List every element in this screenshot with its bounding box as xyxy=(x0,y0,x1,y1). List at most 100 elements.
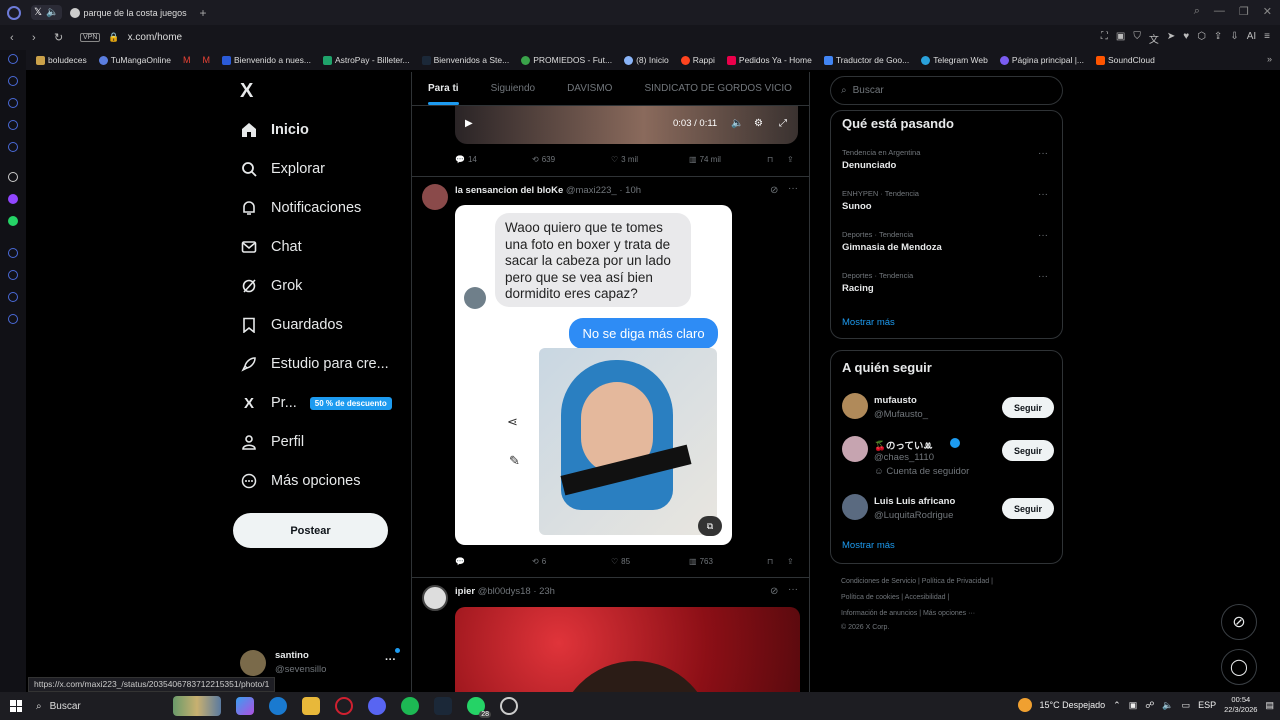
nav-item-grok[interactable]: Grok xyxy=(240,277,302,295)
whatsapp-icon[interactable] xyxy=(8,216,18,226)
more-icon[interactable]: ··· xyxy=(788,183,798,194)
settings-icon[interactable]: ⚙ xyxy=(754,118,763,129)
grok-fab-button[interactable]: ⊘ xyxy=(1221,604,1257,640)
menu-icon[interactable]: ≡ xyxy=(1264,31,1270,46)
extensions-icon[interactable]: ⬡ xyxy=(1197,31,1206,46)
account-switcher[interactable]: santino @sevensillo ··· xyxy=(240,648,410,680)
bookmark-item[interactable]: M xyxy=(183,55,191,65)
share-icon[interactable]: ⇪ xyxy=(787,557,794,566)
tab-siguiendo[interactable]: Siguiendo xyxy=(491,83,535,94)
post-button[interactable]: Postear xyxy=(233,513,388,548)
screenshot-icon[interactable]: ⛶ xyxy=(1101,31,1108,46)
add-icon[interactable] xyxy=(8,248,18,258)
minimize-icon[interactable]: — xyxy=(1214,5,1225,18)
bookmark-item[interactable]: SoundCloud xyxy=(1096,55,1155,65)
tab-sindicato[interactable]: SINDICATO DE GORDOS VICIO xyxy=(644,83,791,94)
bookmark-item[interactable]: Página principal |... xyxy=(999,55,1084,65)
lock-icon[interactable]: 🔒 xyxy=(108,32,119,43)
bookmark-item[interactable]: TuMangaOnline xyxy=(98,55,171,65)
file-explorer-icon[interactable] xyxy=(302,697,320,715)
video-player[interactable]: ▶ 0:03 / 0:11 🔈 ⚙ ⤢ xyxy=(455,106,798,144)
steam-icon[interactable] xyxy=(434,697,452,715)
clock[interactable]: 00:54 22/3/2026 xyxy=(1224,695,1257,715)
search-input[interactable]: ⌕ Buscar xyxy=(830,76,1063,105)
bookmark-item[interactable]: AstroPay - Billeter... xyxy=(322,55,410,65)
taskbar-search[interactable]: ⌕ Buscar xyxy=(36,695,221,717)
post-author[interactable]: la sensancion del bloKe @maxi223_ · 10h xyxy=(455,185,641,196)
maximize-icon[interactable]: ❐ xyxy=(1239,5,1249,18)
heart-icon[interactable]: ♥ xyxy=(1183,31,1189,46)
nav-item-estudio[interactable]: Estudio para cre... xyxy=(240,355,389,373)
vpn-badge[interactable]: VPN xyxy=(80,33,101,42)
settings-icon[interactable] xyxy=(8,314,18,324)
whatsapp-icon[interactable]: 28 xyxy=(467,697,491,718)
post-image[interactable]: Waoo quiero que te tomes una foto en box… xyxy=(455,205,732,545)
language[interactable]: ESP xyxy=(1198,700,1216,710)
footer-links[interactable]: Información de anuncios | Más opciones ·… xyxy=(841,610,975,617)
repost-button[interactable]: ⟲ 639 xyxy=(532,155,555,164)
close-icon[interactable]: ✕ xyxy=(1263,5,1272,18)
footer-links[interactable]: Política de cookies | Accesibilidad | xyxy=(841,594,949,601)
download-icon[interactable]: ⇩ xyxy=(1230,31,1238,46)
more-icon[interactable]: ··· xyxy=(788,584,798,595)
repost-button[interactable]: ⟲ 6 xyxy=(532,557,546,566)
discord-icon[interactable] xyxy=(368,697,386,715)
translate-icon[interactable]: 文 xyxy=(1149,31,1159,46)
follow-button[interactable]: Seguir xyxy=(1002,397,1054,418)
grok-icon[interactable]: ⊘ xyxy=(770,586,778,597)
nav-item-premium[interactable]: X Pr... 50 % de descuento xyxy=(240,394,392,412)
more-icon[interactable]: ··· xyxy=(1038,148,1048,159)
x-logo-icon[interactable]: X xyxy=(240,80,253,103)
history-icon[interactable] xyxy=(8,270,18,280)
follow-suggestion[interactable]: Luis Luis africano @LuquitaRodrigue Segu… xyxy=(842,494,1054,534)
copilot-icon[interactable] xyxy=(236,697,254,715)
grok-icon[interactable]: ⊘ xyxy=(770,185,778,196)
bookmark-item[interactable]: Bienvenidos a Ste... xyxy=(421,55,509,65)
bookmarks-overflow-icon[interactable]: » xyxy=(1267,54,1272,64)
bookmark-icon[interactable]: ⊓ xyxy=(767,155,773,164)
tab-search-icon[interactable]: ▣ xyxy=(1116,31,1125,46)
reply-button[interactable]: 💬 xyxy=(455,557,468,566)
weather-icon[interactable] xyxy=(1017,698,1032,712)
bookmark-icon[interactable]: ⊓ xyxy=(767,557,773,566)
chevron-up-icon[interactable]: ⌃ xyxy=(1113,700,1121,711)
notification-icon[interactable]: ▤ xyxy=(1265,700,1274,711)
spotify-icon[interactable] xyxy=(401,697,419,715)
post-author[interactable]: ipier @bl00dys18 · 23h xyxy=(455,586,555,597)
fullscreen-icon[interactable]: ⤢ xyxy=(779,118,787,129)
bookmark-item[interactable]: Bienvenido a nues... xyxy=(221,55,311,65)
nav-item-notificaciones[interactable]: Notificaciones xyxy=(240,199,361,217)
image-options-icon[interactable]: ⧉ xyxy=(698,516,722,536)
avatar[interactable] xyxy=(422,184,448,210)
play-icon[interactable]: ▶ xyxy=(465,118,473,129)
nav-item-mas-opciones[interactable]: Más opciones xyxy=(240,472,360,490)
bookmark-item[interactable]: (8) Inicio xyxy=(624,55,669,65)
follow-suggestion[interactable]: 🍒のっていꔛ @chaes_1110 ☺ Cuenta de seguidor … xyxy=(842,436,1054,482)
bookmark-item[interactable]: PROMIEDOS - Fut... xyxy=(521,55,612,65)
forward-icon[interactable]: › xyxy=(32,32,44,44)
footer-links[interactable]: Condiciones de Servicio | Política de Pr… xyxy=(841,578,993,585)
send-icon[interactable]: ➤ xyxy=(1167,31,1175,46)
url-field[interactable]: x.com/home xyxy=(128,32,182,43)
follow-button[interactable]: Seguir xyxy=(1002,498,1054,519)
share-icon[interactable]: ⇪ xyxy=(1214,31,1222,46)
nav-item-perfil[interactable]: Perfil xyxy=(240,433,304,451)
nav-item-chat[interactable]: Chat xyxy=(240,238,302,256)
bookmark-item[interactable]: Traductor de Goo... xyxy=(823,55,909,65)
trend-item[interactable]: ENHYPEN · Tendencia Sunoo ··· xyxy=(842,189,1054,212)
more-icon[interactable]: ··· xyxy=(1038,230,1048,241)
battery-icon[interactable]: ▭ xyxy=(1182,700,1191,711)
tab-island[interactable]: 𝕏 🔈 xyxy=(31,5,62,20)
opera-gx-icon[interactable] xyxy=(335,697,353,715)
app-icon[interactable] xyxy=(8,142,18,152)
shield-icon[interactable]: ⛉ xyxy=(1133,31,1141,46)
news-icon[interactable] xyxy=(8,120,18,130)
messages-fab-button[interactable]: ◯ xyxy=(1221,649,1257,685)
nav-item-guardados[interactable]: Guardados xyxy=(240,316,343,334)
reload-icon[interactable]: ↻ xyxy=(54,31,66,44)
reply-button[interactable]: 💬 14 xyxy=(455,155,477,164)
x-favicon-icon[interactable]: 𝕏 xyxy=(34,7,42,18)
nav-item-inicio[interactable]: Inicio xyxy=(240,121,309,139)
network-icon[interactable]: ☍ xyxy=(1145,700,1154,711)
ai-icon[interactable]: AI xyxy=(1247,31,1256,46)
